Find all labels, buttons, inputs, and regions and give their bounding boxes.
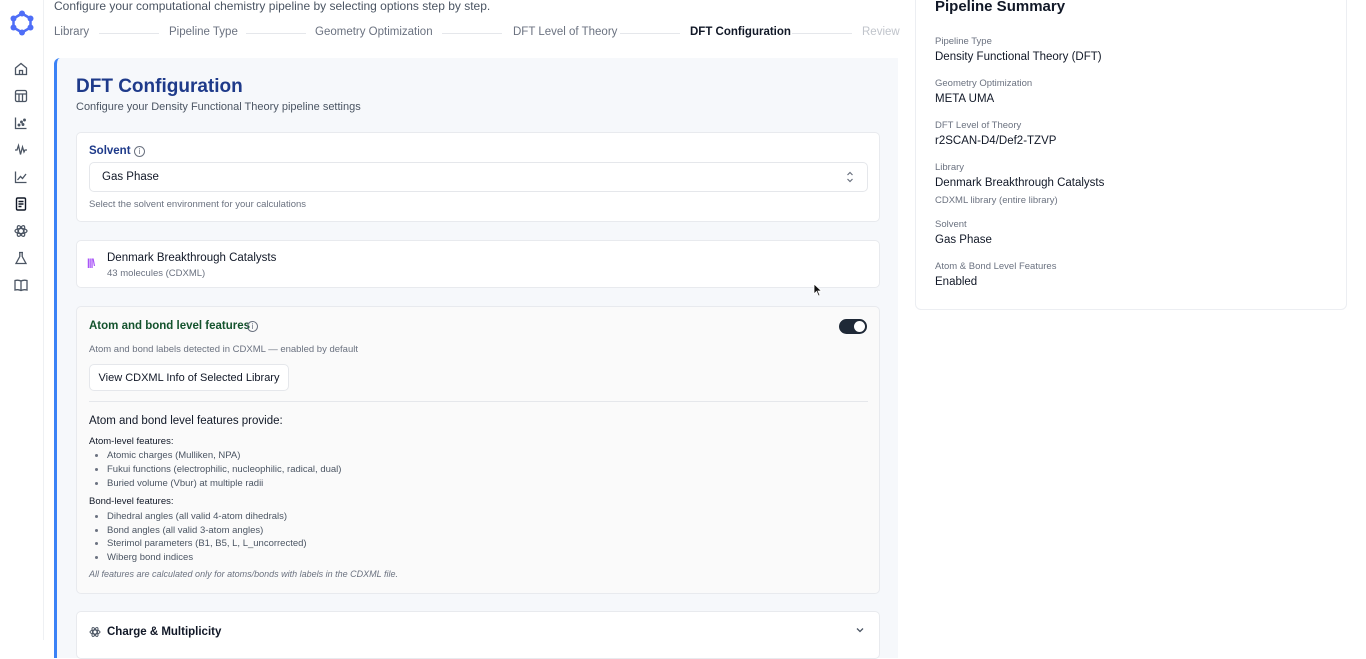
summary-value: Enabled bbox=[935, 276, 978, 288]
app-logo-icon[interactable] bbox=[9, 10, 35, 36]
toggle-knob bbox=[854, 321, 865, 332]
selected-library-card: |||\ Denmark Breakthrough Catalysts 43 m… bbox=[76, 240, 880, 288]
dft-configuration-panel: DFT Configuration Configure your Density… bbox=[54, 58, 898, 659]
summary-value: Density Functional Theory (DFT) bbox=[935, 51, 1102, 63]
book-icon[interactable] bbox=[13, 277, 29, 293]
summary-value: Denmark Breakthrough Catalysts bbox=[935, 177, 1105, 189]
progress-stepper: Library Pipeline Type Geometry Optimizat… bbox=[54, 24, 900, 42]
step-library[interactable]: Library bbox=[54, 26, 89, 38]
charge-multiplicity-label: Charge & Multiplicity bbox=[107, 626, 222, 638]
charge-multiplicity-section[interactable]: Charge & Multiplicity bbox=[76, 611, 880, 659]
divider bbox=[89, 401, 868, 402]
list-item: Fukui functions (electrophilic, nucleoph… bbox=[94, 464, 342, 475]
features-note: All features are calculated only for ato… bbox=[89, 569, 398, 579]
step-dft-level-of-theory[interactable]: DFT Level of Theory bbox=[513, 26, 617, 38]
atom-icon bbox=[89, 627, 101, 637]
intro-text: Configure your computational chemistry p… bbox=[54, 0, 491, 13]
document-icon[interactable] bbox=[13, 196, 29, 212]
bond-features-title: Bond-level features: bbox=[89, 496, 174, 507]
features-hint: Atom and bond labels detected in CDXML —… bbox=[89, 344, 358, 355]
features-provide-title: Atom and bond level features provide: bbox=[89, 415, 283, 427]
solvent-select[interactable]: Gas Phase bbox=[89, 162, 868, 192]
list-item: Bond angles (all valid 3-atom angles) bbox=[94, 525, 264, 536]
summary-value: Gas Phase bbox=[935, 234, 992, 246]
step-dft-configuration[interactable]: DFT Configuration bbox=[690, 26, 791, 38]
list-item: Sterimol parameters (B1, B5, L, L_uncorr… bbox=[95, 538, 307, 549]
list-item: Wiberg bond indices bbox=[94, 552, 194, 563]
summary-value: META UMA bbox=[935, 93, 995, 105]
features-title: Atom and bond level features bbox=[89, 320, 251, 332]
scatter-chart-icon[interactable] bbox=[13, 115, 29, 131]
summary-title: Pipeline Summary bbox=[935, 0, 1066, 15]
features-toggle[interactable] bbox=[839, 319, 867, 334]
library-detail: 43 molecules (CDXML) bbox=[107, 268, 206, 279]
list-item: Buried volume (Vbur) at multiple radii bbox=[94, 478, 264, 489]
solvent-card: Solvent i Gas Phase Select the solvent e… bbox=[76, 132, 880, 222]
mouse-cursor-icon bbox=[813, 283, 823, 297]
summary-label: Solvent bbox=[935, 219, 967, 230]
summary-subtext: CDXML library (entire library) bbox=[935, 195, 1058, 206]
home-icon[interactable] bbox=[13, 61, 29, 77]
info-icon[interactable]: i bbox=[247, 321, 258, 332]
step-connector bbox=[792, 33, 852, 34]
panel-title: DFT Configuration bbox=[76, 76, 243, 97]
step-pipeline-type[interactable]: Pipeline Type bbox=[169, 26, 238, 38]
solvent-label: Solvent bbox=[89, 145, 131, 157]
summary-label: Atom & Bond Level Features bbox=[935, 261, 1057, 272]
atom-icon[interactable] bbox=[13, 223, 29, 239]
pipeline-summary-card: Pipeline Summary Pipeline Type Density F… bbox=[915, 0, 1347, 310]
line-chart-icon[interactable] bbox=[13, 169, 29, 185]
list-item: Atomic charges (Mulliken, NPA) bbox=[94, 450, 241, 461]
chevron-down-icon[interactable] bbox=[855, 625, 865, 635]
step-connector bbox=[99, 33, 159, 34]
library-icon: |||\ bbox=[87, 258, 95, 269]
chevron-up-down-icon bbox=[847, 171, 853, 183]
summary-label: Library bbox=[935, 162, 965, 173]
atom-features-title: Atom-level features: bbox=[89, 436, 174, 447]
table-icon[interactable] bbox=[13, 88, 29, 104]
step-connector bbox=[246, 33, 306, 34]
view-cdxml-info-button[interactable]: View CDXML Info of Selected Library bbox=[89, 364, 289, 391]
summary-label: Geometry Optimization bbox=[935, 78, 1033, 89]
panel-subtitle: Configure your Density Functional Theory… bbox=[76, 101, 361, 113]
summary-label: Pipeline Type bbox=[935, 36, 992, 47]
info-icon[interactable]: i bbox=[134, 146, 145, 157]
sidebar bbox=[0, 0, 44, 640]
flask-icon[interactable] bbox=[13, 250, 29, 266]
step-connector bbox=[442, 33, 502, 34]
step-connector bbox=[620, 33, 680, 34]
summary-value: r2SCAN-D4/Def2-TZVP bbox=[935, 135, 1057, 147]
solvent-select-value: Gas Phase bbox=[102, 171, 159, 183]
solvent-hint: Select the solvent environment for your … bbox=[89, 199, 307, 210]
step-geometry-optimization[interactable]: Geometry Optimization bbox=[315, 26, 433, 38]
summary-label: DFT Level of Theory bbox=[935, 120, 1022, 131]
atom-bond-features-card: Atom and bond level features i Atom and … bbox=[76, 306, 880, 594]
step-review[interactable]: Review bbox=[862, 26, 900, 38]
waveform-icon[interactable] bbox=[13, 142, 29, 158]
list-item: Dihedral angles (all valid 4-atom dihedr… bbox=[94, 511, 288, 522]
library-name: Denmark Breakthrough Catalysts bbox=[107, 252, 277, 264]
